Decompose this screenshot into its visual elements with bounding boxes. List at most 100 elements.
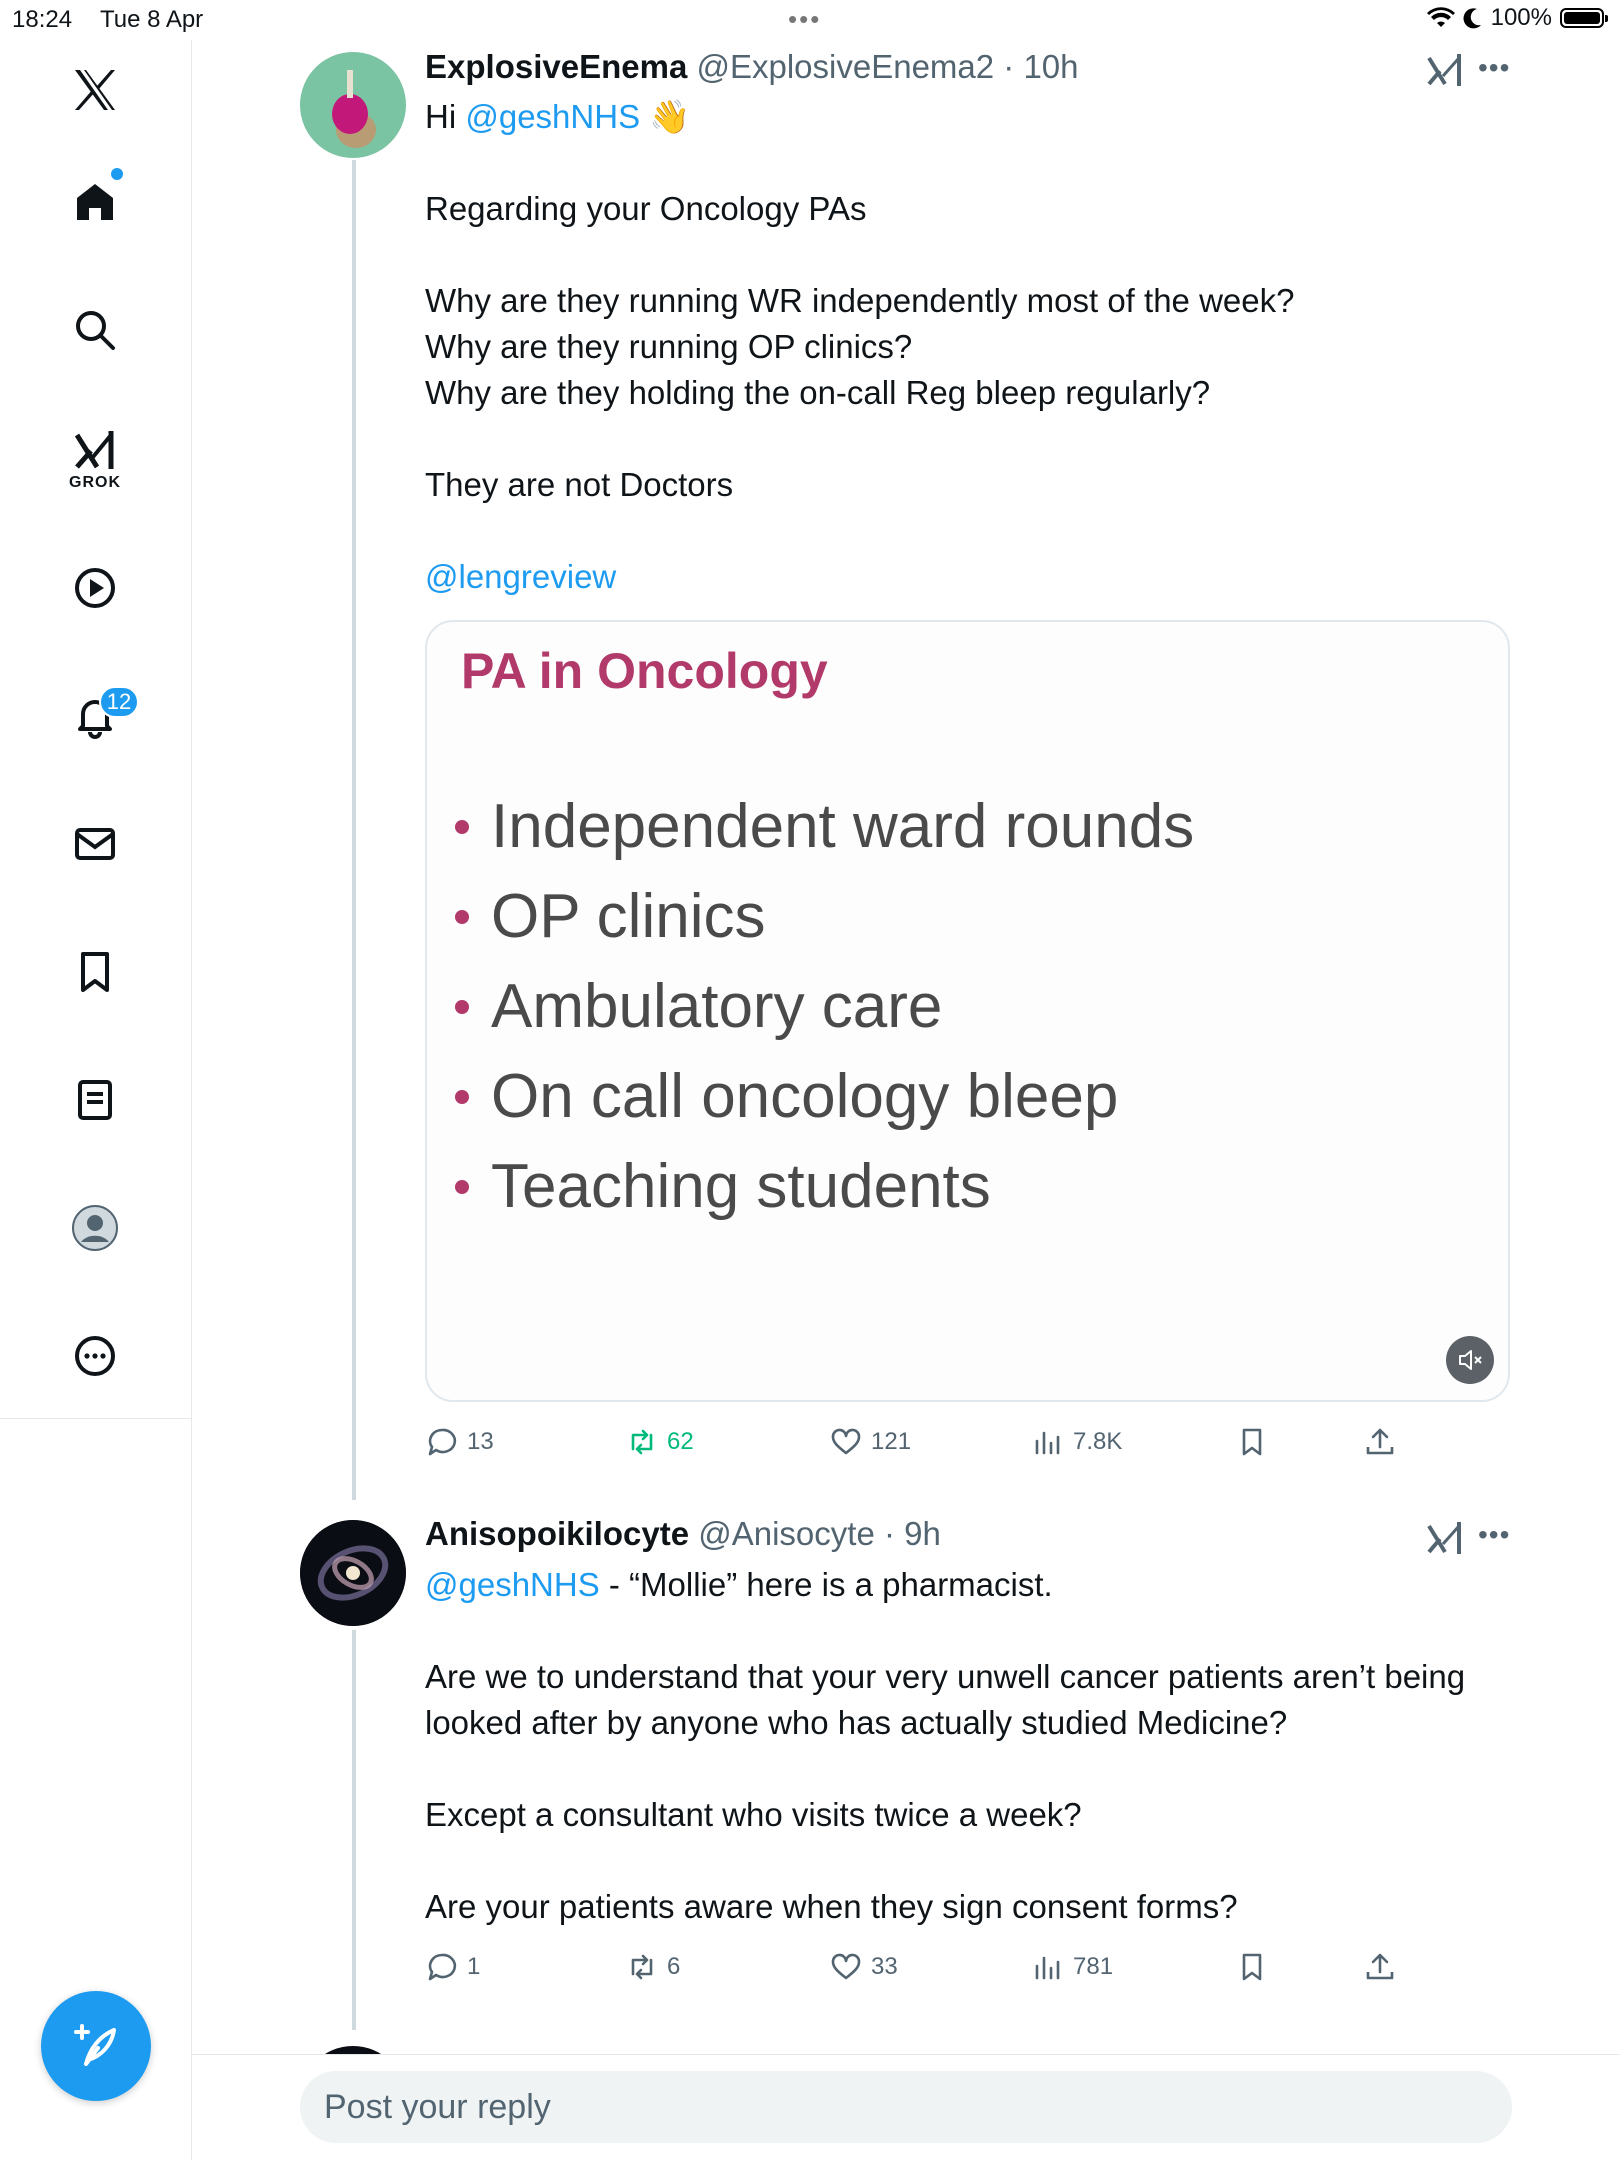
tweet-body: Hi @geshNHS 👋 Regarding your Oncology PA… [425,94,1515,600]
bookmark-icon [81,952,109,992]
mention-link[interactable]: @geshNHS [425,1566,600,1603]
video-media[interactable]: PA in Oncology Independent ward rounds O… [425,620,1510,1402]
share-icon [1366,1953,1394,1980]
notification-badge: 12 [99,686,139,718]
avatar[interactable] [300,1520,406,1626]
views-button[interactable]: 781 [1031,1945,1113,1989]
battery-percent: 100% [1490,4,1552,31]
repost-count: 62 [667,1428,694,1455]
reply-icon [428,1428,457,1456]
like-count: 121 [871,1428,912,1455]
view-count: 781 [1073,1953,1114,1980]
tweet-line: Why are they holding the on-call Reg ble… [425,374,1211,411]
reply-count: 13 [467,1428,494,1455]
user-handle[interactable]: @ExplosiveEnema2 [696,48,994,85]
tweet-line: They are not Doctors [425,466,734,503]
wifi-icon [1426,7,1455,28]
nav-profile[interactable] [55,1188,135,1268]
display-name[interactable]: ExplosiveEnema [425,48,687,85]
galaxy-icon [300,1520,406,1626]
view-count: 7.8K [1073,1428,1123,1455]
tweet-time[interactable]: 9h [904,1515,941,1552]
lists-icon [78,1080,112,1120]
repost-button[interactable]: 62 [625,1420,694,1464]
reply-input[interactable] [300,2071,1512,2143]
repost-icon [631,1954,653,1980]
reply-icon [428,1953,457,1981]
compose-button[interactable] [41,1991,151,2101]
grok-label: GROK [69,474,121,491]
tweet-line: - “Mollie” here is a pharmacist. [599,1566,1053,1603]
like-icon [831,1953,861,1980]
more-icon [75,1336,115,1376]
mention-link[interactable]: @lengreview [425,558,616,595]
multitasking-dots-icon[interactable]: ••• [788,4,821,35]
like-icon [831,1428,861,1455]
wave-emoji: 👋 [649,98,691,135]
tweet-line: Why are they running OP clinics? [425,328,913,365]
mail-icon [75,828,115,860]
x-logo-icon[interactable] [55,50,135,130]
grok-icon [74,431,114,469]
mention-link[interactable]: @geshNHS [465,98,640,135]
like-button[interactable]: 33 [829,1945,898,1989]
sidebar: GROK 12 [0,40,192,2160]
tweet-body: @geshNHS - “Mollie” here is a pharmacist… [425,1562,1515,1930]
next-tweet-partial [300,2040,1550,2054]
tweet-line: Regarding your Oncology PAs [425,190,867,227]
nav-search[interactable] [55,290,135,370]
search-icon [76,311,115,350]
tweet-line: Except a consultant who visits twice a w… [425,1796,1082,1833]
nav-video[interactable] [55,548,135,628]
bookmark-button[interactable] [1235,1420,1269,1464]
tweet-actions: 1 6 33 781 [425,1945,1425,1989]
bookmark-icon [1242,1953,1262,1981]
repost-count: 6 [667,1953,681,1980]
bookmark-button[interactable] [1235,1945,1269,1989]
grok-icon[interactable] [1425,1518,1465,1558]
avatar[interactable] [300,52,406,158]
greeting-prefix: Hi [425,98,466,135]
profile-icon [72,1205,118,1251]
tweet-time[interactable]: 10h [1023,48,1078,85]
nav-bookmarks[interactable] [55,932,135,1012]
like-button[interactable]: 121 [829,1420,911,1464]
bookmark-icon [1242,1428,1262,1456]
slide-bullets: Independent ward rounds OP clinics Ambul… [455,782,1194,1232]
share-button[interactable] [1363,1945,1397,1989]
nav-messages[interactable] [55,804,135,884]
mute-button[interactable] [1446,1336,1494,1384]
nav-home[interactable] [55,162,135,242]
status-indicators: 100% [1426,4,1608,32]
user-handle[interactable]: @Anisocyte [698,1515,875,1552]
nav-lists[interactable] [55,1060,135,1140]
views-icon [1035,1431,1060,1455]
more-options-icon[interactable]: ••• [1478,1519,1510,1551]
status-bar: 18:24 Tue 8 Apr ••• 100% [0,0,1620,40]
nav-more[interactable] [55,1316,135,1396]
compose-icon [74,2024,116,2066]
tweet-header: ExplosiveEnema @ExplosiveEnema2 · 10h [425,48,1079,86]
like-count: 33 [871,1953,898,1980]
status-time: 18:24 [12,6,73,33]
reply-button[interactable]: 1 [425,1945,480,1989]
display-name[interactable]: Anisopoikilocyte [425,1515,689,1552]
grok-icon[interactable] [1425,50,1465,90]
repost-button[interactable]: 6 [625,1945,680,1989]
tweet-actions: 13 62 121 7.8K [425,1420,1425,1464]
slide-bullet: OP clinics [455,872,1194,962]
nav-notifications[interactable]: 12 [55,676,139,756]
nav-grok[interactable]: GROK [55,420,135,500]
views-icon [1035,1956,1060,1980]
slide-bullet: Ambulatory care [455,962,1194,1052]
status-date: Tue 8 Apr [100,6,204,33]
share-icon [1366,1428,1394,1455]
enema-bulb-icon [332,70,376,148]
reply-count: 1 [467,1953,481,1980]
share-button[interactable] [1363,1420,1397,1464]
reply-button[interactable]: 13 [425,1420,494,1464]
more-options-icon[interactable]: ••• [1478,52,1510,84]
views-button[interactable]: 7.8K [1031,1420,1122,1464]
battery-icon [1560,8,1608,28]
slide-bullet: Teaching students [455,1142,1194,1232]
